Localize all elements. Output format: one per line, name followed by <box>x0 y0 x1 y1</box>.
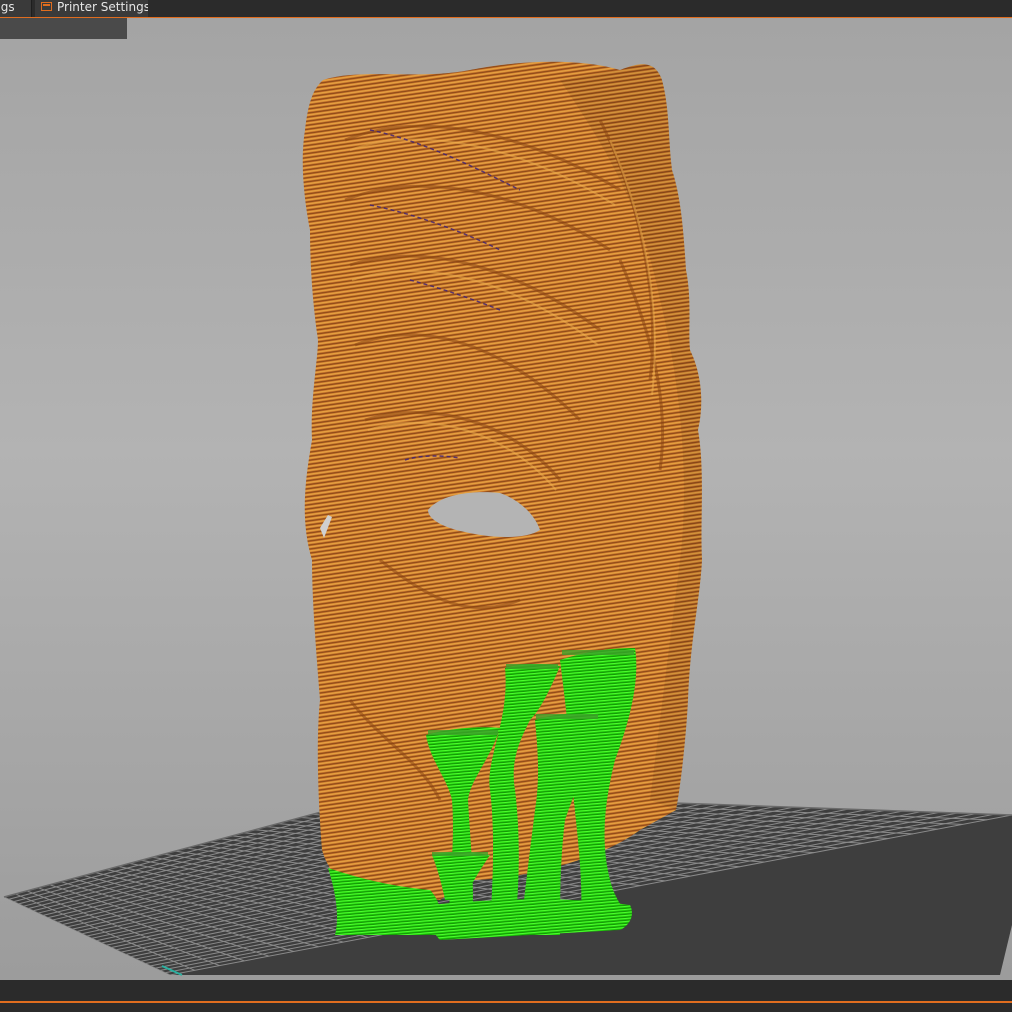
tab-printer-settings-label: Printer Settings <box>57 0 148 14</box>
3d-preview-viewport[interactable] <box>0 18 1012 980</box>
status-bar <box>0 980 1012 1012</box>
tab-print-settings-label: Print Settings <box>0 0 15 14</box>
viewport-toolbar-strip <box>0 18 127 39</box>
status-bar-accent-line <box>0 1001 1012 1003</box>
settings-tab-bar: Print Settings Printer Settings <box>0 0 1012 18</box>
preview-scene[interactable] <box>0 18 1012 980</box>
printer-settings-icon <box>41 2 52 11</box>
tab-printer-settings[interactable]: Printer Settings <box>35 0 148 17</box>
tab-print-settings[interactable]: Print Settings <box>0 0 32 17</box>
